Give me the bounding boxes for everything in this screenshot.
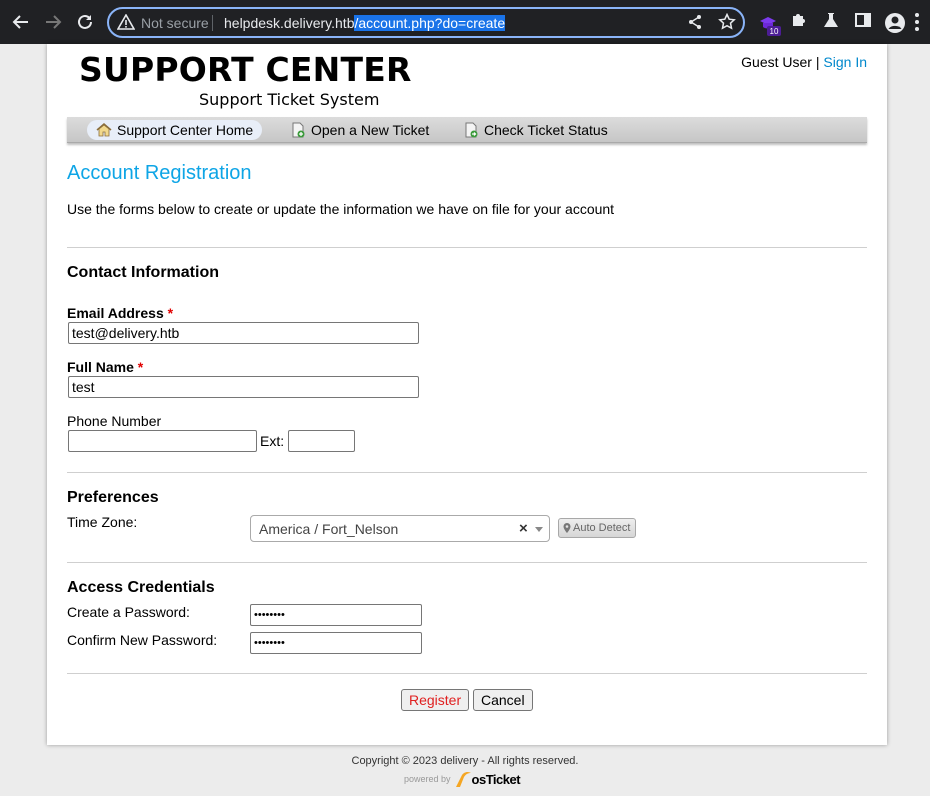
bookmark-star-icon[interactable] <box>718 13 736 31</box>
phone-label: Phone Number <box>67 413 162 429</box>
register-button[interactable]: Register <box>401 689 470 711</box>
powered-by-label: powered by <box>404 774 451 784</box>
page-container: SUPPORT CENTER Support Ticket System Gue… <box>47 44 887 745</box>
nav-check-ticket-status[interactable]: Check Ticket Status <box>454 120 617 140</box>
nav-open-new-ticket[interactable]: Open a New Ticket <box>281 120 438 140</box>
back-button[interactable] <box>8 9 34 35</box>
new-ticket-icon <box>292 122 305 138</box>
address-divider <box>212 15 213 31</box>
extensions-button[interactable] <box>790 11 808 34</box>
email-label: Email Address * <box>67 305 173 321</box>
share-icon[interactable] <box>687 14 703 30</box>
auto-detect-button[interactable]: Auto Detect <box>558 518 637 538</box>
copyright-text: Copyright © 2023 delivery - All rights r… <box>351 755 579 767</box>
nav-support-center-home[interactable]: Support Center Home <box>87 120 263 140</box>
arrow-right-icon <box>46 15 62 29</box>
fullname-label-text: Full Name <box>67 359 134 375</box>
password-label: Create a Password: <box>67 604 190 620</box>
side-panel-button[interactable] <box>854 11 872 34</box>
sign-in-link[interactable]: Sign In <box>823 54 867 70</box>
side-panel-icon <box>855 13 871 27</box>
profile-button[interactable] <box>884 12 906 39</box>
email-label-text: Email Address <box>67 305 164 321</box>
user-bar: Guest User | Sign In <box>741 54 867 70</box>
guest-label: Guest User <box>741 54 812 70</box>
timezone-value: America / Fort_Nelson <box>259 521 399 537</box>
divider <box>67 673 867 674</box>
ext-field[interactable] <box>288 430 355 452</box>
logo-subtitle: Support Ticket System <box>199 90 380 109</box>
security-status[interactable]: Not secure <box>141 15 209 31</box>
fullname-label: Full Name * <box>67 359 143 375</box>
extension-hat-icon: 10 <box>760 17 781 36</box>
menu-button[interactable] <box>914 12 920 37</box>
contact-heading: Contact Information <box>67 264 219 281</box>
powered-by-badge[interactable]: powered by osTicket <box>404 771 521 787</box>
preferences-heading: Preferences <box>67 489 159 506</box>
nav-label: Check Ticket Status <box>484 122 608 138</box>
userbar-separator: | <box>815 54 820 70</box>
url-host: helpdesk.delivery.htb <box>224 15 355 31</box>
labs-button[interactable] <box>822 11 840 34</box>
email-field[interactable] <box>68 322 419 344</box>
reload-button[interactable] <box>72 9 98 35</box>
reload-icon <box>78 14 92 29</box>
arrow-left-icon <box>12 15 28 29</box>
flask-icon <box>824 13 838 27</box>
cancel-button[interactable]: Cancel <box>473 689 533 711</box>
address-bar[interactable]: Not secure helpdesk.delivery.htb/account… <box>107 7 745 38</box>
divider <box>67 247 867 248</box>
url-path: /account.php?do=create <box>354 15 506 31</box>
clear-icon[interactable]: × <box>519 520 528 537</box>
page-title: Account Registration <box>67 162 252 184</box>
credentials-heading: Access Credentials <box>67 579 215 596</box>
auto-detect-label: Auto Detect <box>573 522 631 534</box>
confirm-password-field[interactable] <box>250 632 422 654</box>
nav-label: Support Center Home <box>117 122 254 138</box>
main-nav: Support Center Home Open a New Ticket Ch… <box>67 117 867 143</box>
brand-name: osTicket <box>471 772 521 787</box>
kebab-menu-icon <box>915 13 919 31</box>
browser-toolbar: Not secure helpdesk.delivery.htb/account… <box>0 0 930 44</box>
avatar-icon <box>885 13 905 33</box>
required-mark: * <box>137 359 144 375</box>
timezone-select[interactable]: America / Fort_Nelson × <box>250 515 550 542</box>
fullname-field[interactable] <box>68 376 419 398</box>
ticket-status-icon <box>465 122 478 138</box>
divider <box>67 562 867 563</box>
page-intro: Use the forms below to create or update … <box>67 201 615 217</box>
chevron-down-icon[interactable] <box>535 527 543 532</box>
password-field[interactable] <box>250 604 422 626</box>
ext-label: Ext: <box>260 433 285 449</box>
site-logo[interactable]: SUPPORT CENTER Support Ticket System <box>79 50 412 110</box>
required-mark: * <box>167 305 174 321</box>
nav-label: Open a New Ticket <box>311 122 430 138</box>
confirm-password-label: Confirm New Password: <box>67 632 218 648</box>
warning-icon[interactable] <box>117 14 135 31</box>
home-icon <box>96 123 112 137</box>
divider <box>67 472 867 473</box>
url-text[interactable]: helpdesk.delivery.htb/account.php?do=cre… <box>224 15 506 31</box>
map-marker-icon <box>563 523 571 533</box>
extension-badge: 10 <box>770 27 779 36</box>
logo-title: SUPPORT CENTER <box>79 50 412 89</box>
timezone-label: Time Zone: <box>67 514 138 530</box>
phone-field[interactable] <box>68 430 257 452</box>
osticket-logo-icon <box>455 771 471 787</box>
puzzle-icon <box>793 14 805 26</box>
forward-button[interactable] <box>40 9 66 35</box>
extension-button[interactable]: 10 <box>758 13 782 42</box>
